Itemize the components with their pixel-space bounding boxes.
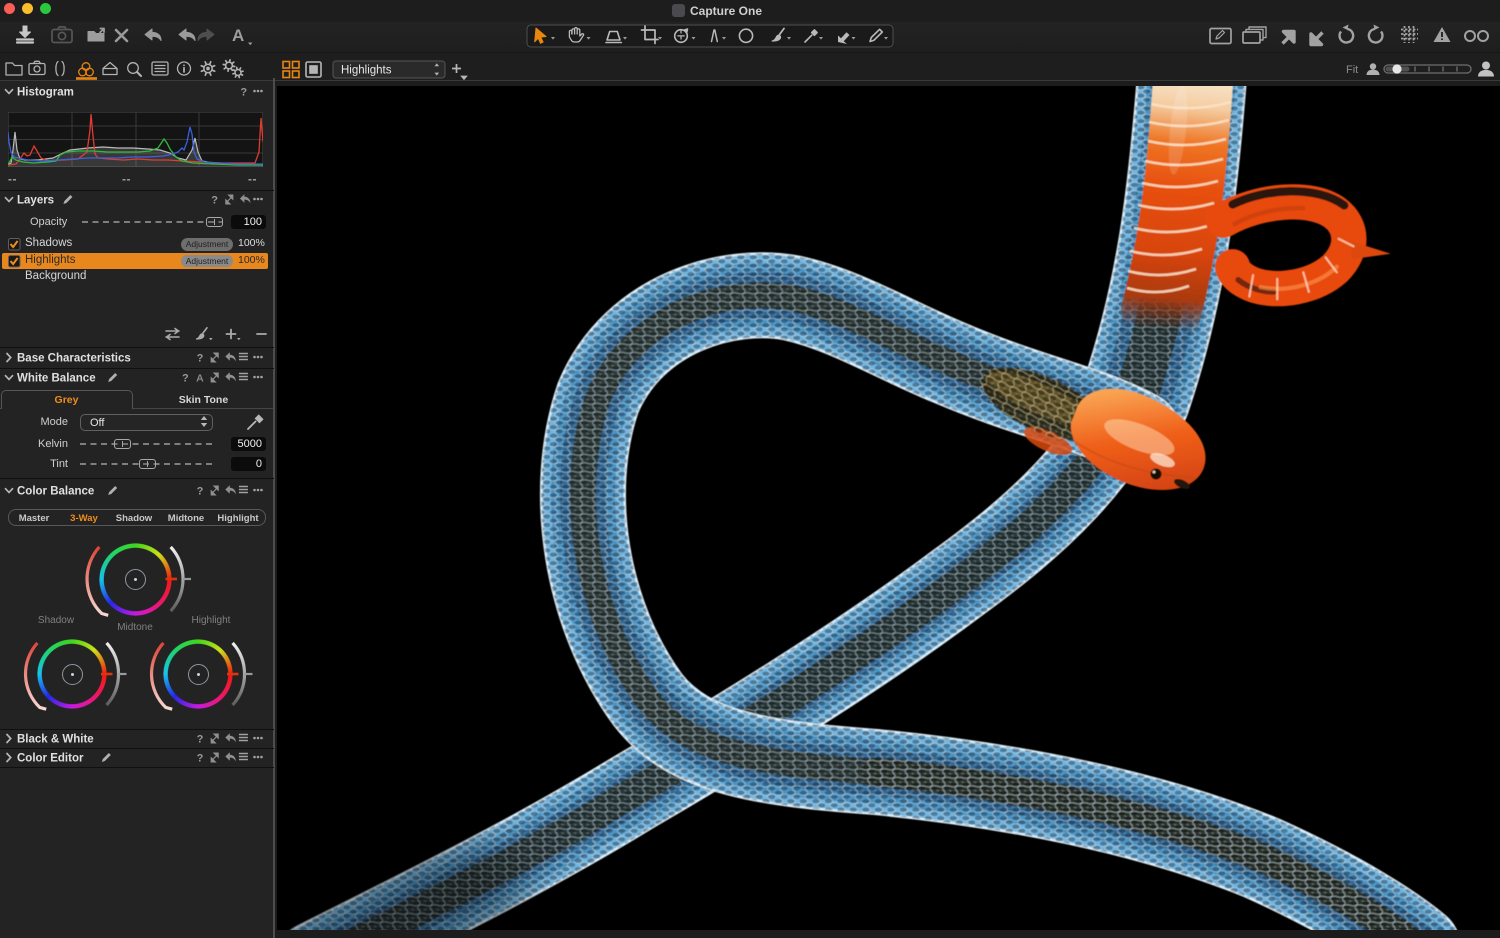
svg-text:A: A bbox=[232, 26, 244, 45]
svg-text:Fit: Fit bbox=[1346, 64, 1358, 76]
svg-text:Color Balance: Color Balance bbox=[17, 486, 94, 498]
svg-text:?: ? bbox=[197, 734, 204, 746]
svg-text:?: ? bbox=[197, 486, 204, 498]
svg-text:Highlights: Highlights bbox=[341, 65, 392, 77]
svg-text:Histogram: Histogram bbox=[17, 87, 74, 99]
svg-text:Black & White: Black & White bbox=[17, 734, 94, 746]
svg-text:A: A bbox=[196, 373, 204, 385]
svg-text:?: ? bbox=[211, 195, 218, 207]
svg-text:White Balance: White Balance bbox=[17, 373, 96, 385]
svg-text:Color Editor: Color Editor bbox=[17, 753, 84, 765]
svg-text:Base Characteristics: Base Characteristics bbox=[17, 353, 131, 365]
svg-text:Layers: Layers bbox=[17, 195, 54, 207]
svg-text:?: ? bbox=[182, 373, 189, 385]
svg-text:?: ? bbox=[197, 353, 204, 365]
svg-text:?: ? bbox=[197, 753, 204, 765]
svg-text:?: ? bbox=[240, 87, 247, 99]
